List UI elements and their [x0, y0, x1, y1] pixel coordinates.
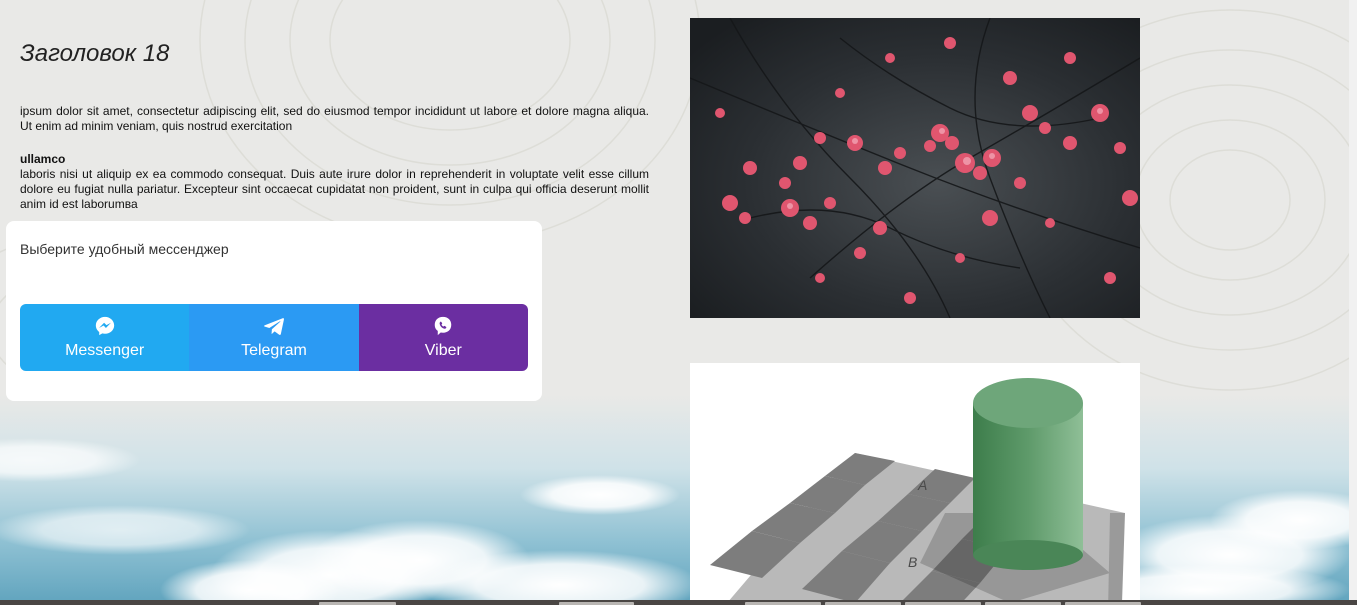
square-label-b: B: [908, 554, 917, 570]
bottom-taskbar-strip: [0, 600, 1357, 605]
messenger-button-label: Messenger: [65, 342, 145, 359]
intro-paragraph: ipsum dolor sit amet, consectetur adipis…: [20, 104, 649, 133]
telegram-button-label: Telegram: [241, 342, 307, 359]
pink-blossoms-photo: [690, 18, 1140, 318]
messenger-icon: [95, 316, 114, 336]
checker-shadow-illusion: A B: [690, 363, 1140, 603]
section-subheading: ullamco: [20, 152, 66, 166]
vertical-scrollbar[interactable]: [1349, 0, 1357, 600]
messenger-widget-title: Выберите удобный мессенджер: [20, 241, 229, 257]
body-paragraph: laboris nisi ut aliquip ex ea commodo co…: [20, 167, 649, 211]
square-label-a: A: [917, 477, 927, 493]
viber-button[interactable]: Viber: [358, 304, 528, 371]
messenger-button[interactable]: Messenger: [20, 304, 190, 371]
messenger-widget: Выберите удобный мессенджер Messenger Te…: [6, 221, 542, 401]
messenger-button-group: Messenger Telegram Viber: [20, 304, 528, 371]
telegram-icon: [264, 318, 284, 335]
viber-button-label: Viber: [424, 342, 462, 359]
page-heading: Заголовок 18: [20, 40, 170, 67]
viber-icon: [435, 316, 452, 336]
telegram-button[interactable]: Telegram: [189, 304, 359, 371]
